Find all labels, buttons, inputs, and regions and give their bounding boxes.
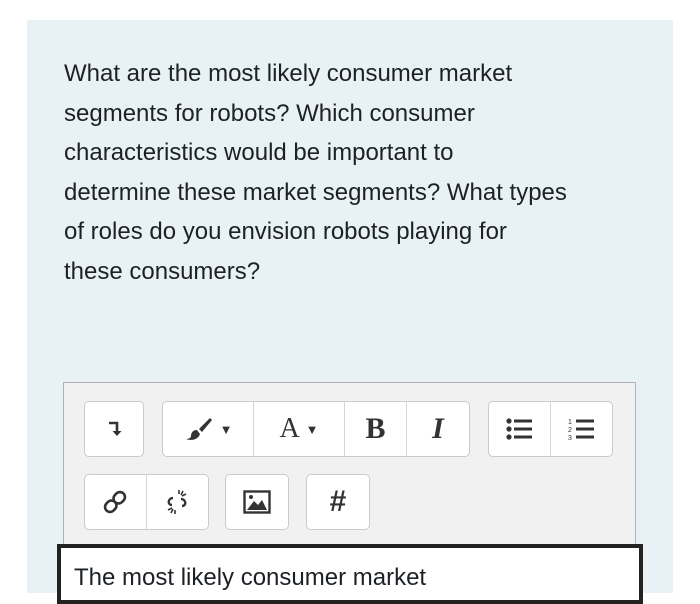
numbered-list-button[interactable]: 1 2 3 bbox=[551, 402, 613, 456]
toolbar-group-links bbox=[84, 474, 209, 530]
svg-text:1: 1 bbox=[568, 419, 572, 426]
question-line: characteristics would be important to bbox=[64, 139, 454, 166]
unlink-button[interactable] bbox=[147, 475, 209, 529]
answer-text: The most likely consumer market bbox=[74, 564, 427, 591]
toolbar-group-format: ▼ A ▼ B I bbox=[162, 401, 470, 457]
collapse-toolbar-button[interactable] bbox=[85, 402, 143, 456]
unlink-icon bbox=[167, 490, 187, 514]
svg-text:2: 2 bbox=[568, 427, 572, 434]
question-line: of roles do you envision robots playing … bbox=[64, 218, 507, 245]
chevron-down-icon: ▼ bbox=[305, 421, 319, 437]
bold-button[interactable]: B bbox=[345, 402, 407, 456]
toolbar-group-media bbox=[225, 474, 289, 530]
toolbar-group-lists: 1 2 3 bbox=[488, 401, 613, 457]
answer-textarea[interactable]: The most likely consumer market bbox=[57, 544, 643, 604]
ordered-list-icon: 1 2 3 bbox=[568, 419, 595, 441]
font-color-button[interactable]: A ▼ bbox=[254, 402, 345, 456]
link-button[interactable] bbox=[85, 475, 147, 529]
insert-image-button[interactable] bbox=[226, 475, 288, 529]
italic-button[interactable]: I bbox=[407, 402, 469, 456]
bullet-list-button[interactable] bbox=[489, 402, 551, 456]
bold-label: B bbox=[365, 412, 386, 445]
question-line: determine these market segments? What ty… bbox=[64, 178, 567, 206]
question-text: What are the most likely consumer market… bbox=[64, 54, 654, 291]
link-icon bbox=[104, 490, 127, 514]
paint-brush-icon bbox=[185, 418, 212, 440]
image-icon bbox=[243, 490, 271, 514]
toolbar-group-equation: # bbox=[306, 474, 370, 530]
paragraph-style-button[interactable]: ▼ bbox=[163, 402, 254, 456]
question-line: segments for robots? Which consumer bbox=[64, 99, 475, 127]
collapse-arrow-icon bbox=[109, 421, 122, 436]
font-color-label: A bbox=[279, 413, 300, 444]
svg-text:3: 3 bbox=[568, 435, 572, 441]
unordered-list-icon bbox=[506, 418, 533, 440]
question-line: these consumers? bbox=[64, 257, 261, 285]
question-line: What are the most likely consumer market bbox=[64, 60, 513, 87]
chevron-down-icon: ▼ bbox=[219, 421, 233, 437]
hashtag-button[interactable]: # bbox=[307, 475, 369, 529]
toolbar-group-expand bbox=[84, 401, 144, 457]
italic-label: I bbox=[432, 412, 444, 445]
question-card: What are the most likely consumer market… bbox=[27, 20, 673, 593]
hashtag-label: # bbox=[329, 485, 347, 518]
